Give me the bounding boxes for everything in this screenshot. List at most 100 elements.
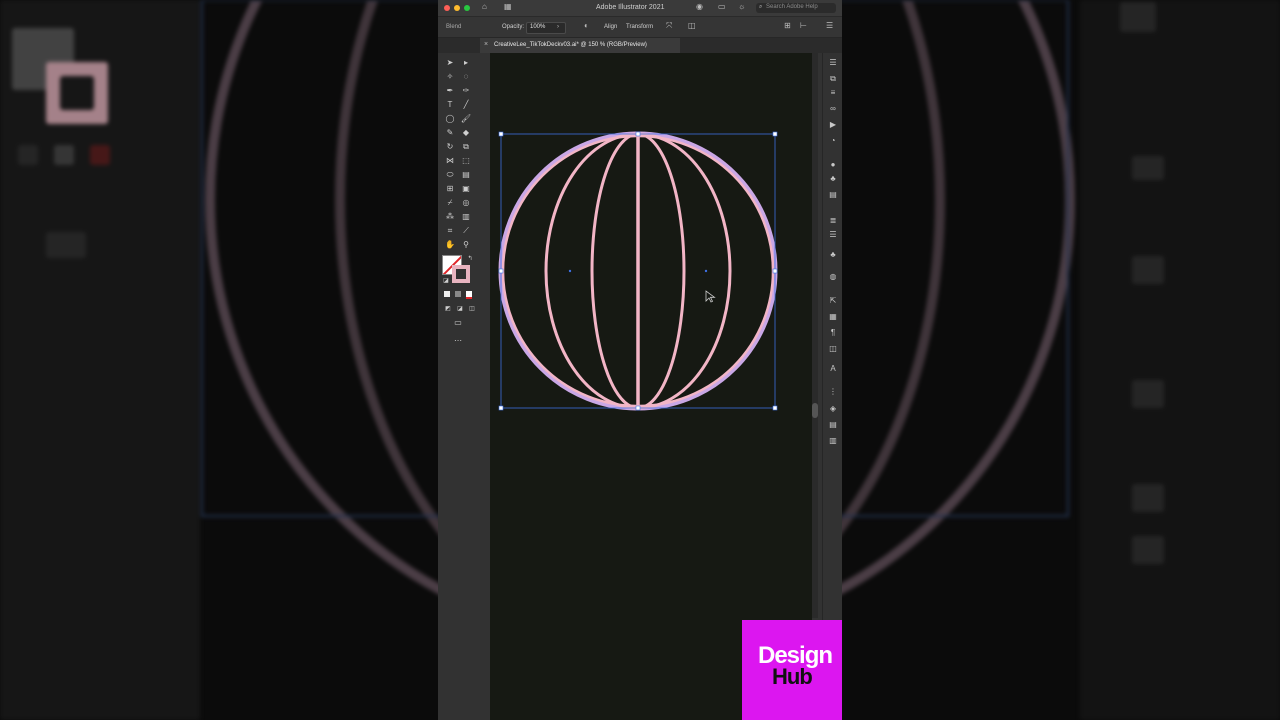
column-graph-icon[interactable]: ▥ [460, 211, 472, 223]
rotate-tool-icon[interactable]: ↻ [444, 141, 456, 153]
selection-tool-icon[interactable]: ➤ [444, 57, 456, 69]
stroke-icon[interactable]: ☰ [827, 229, 839, 241]
bg-dock-icon [1132, 536, 1164, 564]
artboards-icon[interactable]: ◈ [827, 403, 839, 415]
curvature-icon[interactable]: ✑ [460, 85, 472, 97]
arrange-icon[interactable]: ⊞ [784, 22, 791, 30]
vertical-scrollbar[interactable] [812, 53, 818, 618]
globe-artwork[interactable] [498, 131, 778, 411]
align-options-icon[interactable]: ⊢ [800, 22, 807, 30]
cloud-sync-icon[interactable]: ◉ [696, 3, 703, 11]
type-tool-icon[interactable]: T [444, 99, 456, 111]
width-tool-icon[interactable]: ⋈ [444, 155, 456, 167]
align-icon[interactable]: ¶ [827, 327, 839, 339]
pencil-icon[interactable]: ✎ [444, 127, 456, 139]
layers-icon[interactable]: ≡ [827, 87, 839, 99]
recolor-icon[interactable]: ◐ [584, 22, 589, 30]
selection-handle-5[interactable] [498, 268, 504, 274]
draw-behind-icon[interactable]: ◪ [454, 303, 466, 315]
scale-tool-icon[interactable]: ⧉ [460, 141, 472, 153]
isolate-object-icon[interactable]: ⤧ [666, 22, 672, 30]
eraser-icon[interactable]: ◆ [460, 127, 472, 139]
pen-tool-icon[interactable]: ✒ [444, 85, 456, 97]
help-search-box[interactable]: ⌕ Search Adobe Help [756, 3, 836, 13]
lightbulb-icon[interactable]: ☼ [738, 3, 745, 11]
perspective-grid-icon[interactable]: ▤ [460, 169, 472, 181]
control-bar-menu-icon[interactable]: ☰ [826, 22, 833, 30]
mesh-tool-icon[interactable]: ⊞ [444, 183, 456, 195]
zoom-window-button[interactable] [464, 5, 470, 11]
document-tab-bar: × CreativeLee_TikTokDeckv03.ai* @ 150 % … [438, 38, 842, 53]
stroke-swatch[interactable] [452, 265, 470, 283]
appearance-icon[interactable]: ◍ [827, 271, 839, 283]
selection-handle-3[interactable] [498, 405, 504, 411]
blend-tool-icon[interactable]: ◎ [460, 197, 472, 209]
scrollbar-thumb[interactable] [812, 403, 818, 418]
transform-button[interactable]: Transform [626, 24, 653, 30]
selection-handle-7[interactable] [635, 131, 641, 137]
symbols-icon[interactable]: ▤ [827, 189, 839, 201]
lasso-icon[interactable]: ◌ [460, 71, 472, 83]
ellipse-tool-icon[interactable]: ◯ [444, 113, 456, 125]
screen-mode-icon[interactable]: ▭ [452, 317, 464, 329]
center-point-left[interactable] [568, 269, 572, 273]
draw-normal-icon[interactable]: ◩ [442, 303, 454, 315]
home-icon[interactable]: ⌂ [482, 3, 487, 11]
type-icon[interactable]: ⋮ [827, 386, 839, 398]
libraries-icon[interactable]: ⧉ [827, 73, 839, 85]
brushes-icon[interactable]: ♣ [827, 173, 839, 185]
close-tab-icon[interactable]: × [484, 41, 488, 48]
gradient-tool-icon[interactable]: ▣ [460, 183, 472, 195]
draw-inside-icon[interactable]: ◫ [466, 303, 478, 315]
bg-dock-icon [1132, 156, 1164, 180]
swatches-icon[interactable]: ● [827, 159, 839, 171]
selection-handle-2[interactable] [772, 131, 778, 137]
gradient-mode-icon[interactable] [455, 291, 461, 297]
color-icon[interactable]: ◔ [827, 135, 839, 147]
selection-handle-1[interactable] [498, 131, 504, 137]
shape-builder-icon[interactable]: ⬭ [444, 169, 456, 181]
actions-icon[interactable]: ▶ [827, 119, 839, 131]
color-mode-icon[interactable] [444, 291, 450, 297]
transparency-icon[interactable]: ♣ [827, 249, 839, 261]
zoom-tool-icon[interactable]: ⚲ [460, 239, 472, 251]
selection-handle-6[interactable] [772, 268, 778, 274]
edit-toolbar-icon[interactable]: ⋯ [452, 335, 464, 347]
slice-tool-icon[interactable]: ⟋ [460, 225, 472, 237]
artboard-tool-icon[interactable]: ⌗ [444, 225, 456, 237]
selection-handle-4[interactable] [772, 405, 778, 411]
control-bar: Blend Opacity: 100% › ◐ Align Transform … [438, 17, 842, 38]
graphic-styles-icon[interactable]: ⇱ [827, 295, 839, 307]
opacity-input[interactable]: 100% › [526, 22, 566, 34]
layers-panel-icon[interactable]: ▤ [827, 419, 839, 431]
magic-wand-icon[interactable]: ✧ [444, 71, 456, 83]
blend-label: Blend [446, 24, 462, 30]
close-window-button[interactable] [444, 5, 450, 11]
selection-handle-8[interactable] [635, 405, 641, 411]
paintbrush-icon[interactable]: 🖌 [460, 113, 472, 125]
document-tab[interactable]: × CreativeLee_TikTokDeckv03.ai* @ 150 % … [480, 38, 680, 53]
eyedropper-icon[interactable]: ⌿ [444, 197, 456, 209]
none-mode-icon[interactable] [466, 291, 472, 299]
hand-tool-icon[interactable]: ✋ [444, 239, 456, 251]
arrange-documents-icon[interactable]: ▭ [718, 3, 726, 11]
asset-export-icon[interactable]: ▥ [827, 435, 839, 447]
properties-icon[interactable]: ☰ [827, 57, 839, 69]
export-icon[interactable]: ▦ [827, 311, 839, 323]
symbol-sprayer-icon[interactable]: ⁂ [444, 211, 456, 223]
gradient-icon[interactable]: ≣ [827, 215, 839, 227]
swap-fill-stroke-icon[interactable]: ↰ [464, 253, 476, 265]
character-icon[interactable]: A [827, 363, 839, 375]
links-icon[interactable]: ∞ [827, 103, 839, 115]
path-options-icon[interactable]: ◫ [688, 22, 696, 30]
workspace-switcher-icon[interactable]: ▦ [504, 3, 512, 11]
default-colors-icon[interactable]: ◪ [440, 275, 452, 287]
free-transform-icon[interactable]: ⬚ [460, 155, 472, 167]
line-tool-icon[interactable]: ╱ [460, 99, 472, 111]
center-point-right[interactable] [704, 269, 708, 273]
minimize-window-button[interactable] [454, 5, 460, 11]
align-button[interactable]: Align [604, 24, 617, 30]
illustrator-window: ⌂ ▦ Adobe Illustrator 2021 ◉ ▭ ☼ ⌕ Searc… [438, 0, 842, 720]
direct-selection-tool-icon[interactable]: ▸ [460, 57, 472, 69]
paragraph-icon[interactable]: ◫ [827, 343, 839, 355]
